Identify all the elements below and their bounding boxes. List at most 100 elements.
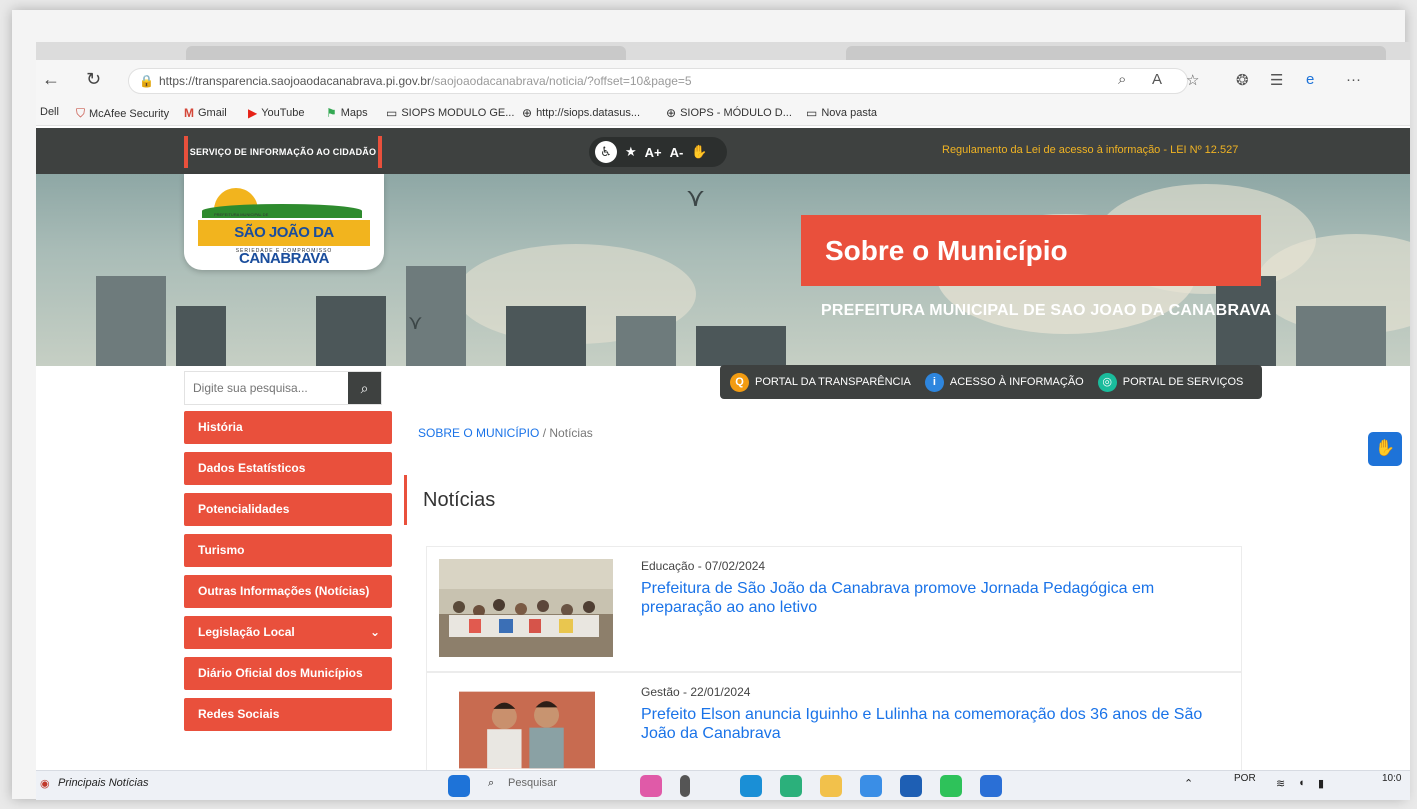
tray-chevron-icon[interactable]: ⌃	[1184, 777, 1193, 790]
maps-icon: ⚑	[326, 106, 337, 120]
folder-icon: ▭	[386, 106, 398, 120]
copilot-icon[interactable]	[640, 775, 662, 797]
prefeitura-subtitle: PREFEITURA MUNICIPAL DE SAO JOAO DA CANA…	[821, 302, 1272, 319]
volume-icon[interactable]: ◖	[1298, 777, 1305, 789]
news-widget-icon[interactable]: ◉	[40, 777, 50, 790]
font-increase-button[interactable]: A+	[645, 145, 662, 160]
bird-icon: ⋎	[408, 312, 423, 334]
url-field[interactable]: 🔒 https://transparencia.saojoaodacanabra…	[128, 68, 1188, 94]
language-indicator[interactable]: POR	[1234, 773, 1256, 784]
sign-language-widget-icon[interactable]: ✋	[1368, 432, 1402, 466]
favorite-star-icon[interactable]: ☆	[1186, 71, 1199, 89]
portal-servicos-link[interactable]: ◎ PORTAL DE SERVIÇOS	[1097, 372, 1243, 392]
folder-icon: ▭	[806, 106, 818, 120]
bookmark-siops-2[interactable]: ⊕ http://siops.datasus...	[522, 106, 640, 120]
menu-diario-oficial[interactable]: Diário Oficial dos Municípios	[184, 657, 392, 690]
bookmark-mcafee[interactable]: ⛉ McAfee Security	[76, 106, 169, 121]
menu-dados-estatisticos[interactable]: Dados Estatísticos	[184, 452, 392, 485]
sign-language-icon[interactable]: ✋	[691, 144, 707, 160]
address-bar: ← ↻ 🔒 https://transparencia.saojoaodacan…	[36, 60, 1410, 100]
bookmark-siops-3[interactable]: ⊕ SIOPS - MÓDULO D...	[666, 106, 792, 120]
news-widget-label[interactable]: Principais Notícias	[58, 777, 148, 789]
banner-building	[96, 276, 166, 366]
site-search: ⌕	[184, 371, 382, 405]
start-icon[interactable]	[448, 775, 470, 797]
news-item[interactable]: Educação - 07/02/2024 Prefeitura de São …	[426, 546, 1242, 672]
youtube-icon: ▶	[248, 106, 258, 120]
bookmark-nova-pasta[interactable]: ▭ Nova pasta	[806, 106, 877, 120]
bookmark-dell[interactable]: Dell	[40, 106, 59, 118]
bookmark-maps[interactable]: ⚑ Maps	[326, 106, 368, 120]
browser-tab[interactable]	[846, 46, 1386, 60]
refresh-icon[interactable]: ↻	[86, 69, 101, 90]
mcafee-icon: ⛉	[76, 106, 86, 120]
browser-window: ← ↻ 🔒 https://transparencia.saojoaodacan…	[36, 42, 1410, 800]
menu-outras-informacoes[interactable]: Outras Informações (Notícias)	[184, 575, 392, 608]
municipality-logo[interactable]: PREFEITURA MUNICIPAL DE SÃO JOÃO DA CANA…	[184, 174, 384, 270]
banner-building	[696, 326, 786, 366]
app-icon[interactable]	[980, 775, 1002, 797]
logo-top-text: PREFEITURA MUNICIPAL DE	[214, 212, 269, 217]
menu-legislacao-local[interactable]: Legislação Local ⌄	[184, 616, 392, 649]
battery-icon[interactable]: ▮	[1318, 777, 1324, 790]
news-thumbnail-pedagogica[interactable]	[439, 559, 613, 657]
screenshot-frame: ← ↻ 🔒 https://transparencia.saojoaodacan…	[12, 10, 1410, 800]
chrome-icon[interactable]	[860, 775, 882, 797]
wifi-icon[interactable]: ≋	[1276, 777, 1285, 790]
more-icon[interactable]: ···	[1346, 71, 1361, 88]
menu-historia[interactable]: História	[184, 411, 392, 444]
outlook-icon[interactable]	[900, 775, 922, 797]
clock[interactable]: 10:0	[1382, 773, 1401, 784]
task-view-icon[interactable]	[680, 775, 690, 797]
breadcrumb: SOBRE O MUNICÍPIO / Notícias	[418, 426, 593, 440]
edge-icon[interactable]: e	[1306, 71, 1314, 88]
taskbar-search[interactable]: Pesquisar	[508, 777, 557, 789]
news-title-link[interactable]: Prefeito Elson anuncia Iguinho e Lulinha…	[641, 705, 1231, 743]
news-meta: Gestão - 22/01/2024	[641, 685, 751, 699]
chevron-down-icon: ⌄	[369, 625, 380, 639]
browser-tab[interactable]	[186, 46, 626, 60]
quick-links-bar: Q PORTAL DA TRANSPARÊNCIA i ACESSO À INF…	[720, 365, 1262, 399]
section-title: Notícias	[404, 475, 495, 525]
store-icon[interactable]	[780, 775, 802, 797]
menu-redes-sociais[interactable]: Redes Sociais	[184, 698, 392, 731]
logo-slogan: SERIEDADE E COMPROMISSO	[235, 248, 333, 254]
taskbar-search-icon[interactable]: ⌕	[488, 777, 494, 790]
acesso-informacao-link[interactable]: i ACESSO À INFORMAÇÃO	[924, 372, 1084, 392]
favorites-icon[interactable]: ☰	[1270, 71, 1283, 89]
breadcrumb-sobre-link[interactable]: SOBRE O MUNICÍPIO	[418, 426, 539, 440]
search-input[interactable]	[185, 372, 349, 404]
bookmark-siops-1[interactable]: ▭ SIOPS MODULO GE...	[386, 106, 514, 120]
banner-building	[616, 316, 676, 366]
high-contrast-star-icon[interactable]: ★	[625, 144, 637, 160]
menu-turismo[interactable]: Turismo	[184, 534, 392, 567]
edge-taskbar-icon[interactable]	[740, 775, 762, 797]
news-title-link[interactable]: Prefeitura de São João da Canabrava prom…	[641, 579, 1231, 617]
bookmark-gmail[interactable]: M Gmail	[184, 106, 227, 120]
portal-transparencia-link[interactable]: Q PORTAL DA TRANSPARÊNCIA	[730, 372, 911, 392]
sic-link[interactable]: SERVIÇO DE INFORMAÇÃO AO CIDADÃO	[184, 136, 382, 168]
accessibility-icon[interactable]: ♿	[595, 141, 617, 163]
bookmark-youtube[interactable]: ▶ YouTube	[248, 106, 304, 120]
read-aloud-icon[interactable]: A	[1152, 71, 1162, 88]
file-explorer-icon[interactable]	[820, 775, 842, 797]
back-icon[interactable]: ←	[42, 69, 60, 90]
zoom-icon[interactable]: ⌕	[1118, 71, 1126, 88]
banner-building	[506, 306, 586, 366]
side-menu: História Dados Estatísticos Potencialida…	[184, 411, 392, 739]
whatsapp-icon[interactable]	[940, 775, 962, 797]
news-item[interactable]: Gestão - 22/01/2024 Prefeito Elson anunc…	[426, 672, 1242, 772]
menu-potencialidades[interactable]: Potencialidades	[184, 493, 392, 526]
info-icon: i	[924, 372, 944, 392]
site-top-bar: SERVIÇO DE INFORMAÇÃO AO CIDADÃO ♿ ★ A+ …	[36, 128, 1410, 174]
breadcrumb-current: Notícias	[549, 426, 593, 440]
extensions-icon[interactable]: ❂	[1236, 71, 1249, 89]
search-circle-icon: Q	[730, 372, 749, 392]
font-decrease-button[interactable]: A-	[670, 145, 684, 160]
news-thumbnail-iguinho-lulinha[interactable]	[459, 685, 595, 775]
gmail-icon: M	[184, 106, 194, 120]
lock-icon: 🔒	[139, 74, 154, 88]
search-icon[interactable]: ⌕	[348, 372, 381, 404]
globe-icon: ⊕	[666, 106, 677, 120]
lai-regulation-link[interactable]: Regulamento da Lei de acesso à informaçã…	[942, 144, 1238, 156]
